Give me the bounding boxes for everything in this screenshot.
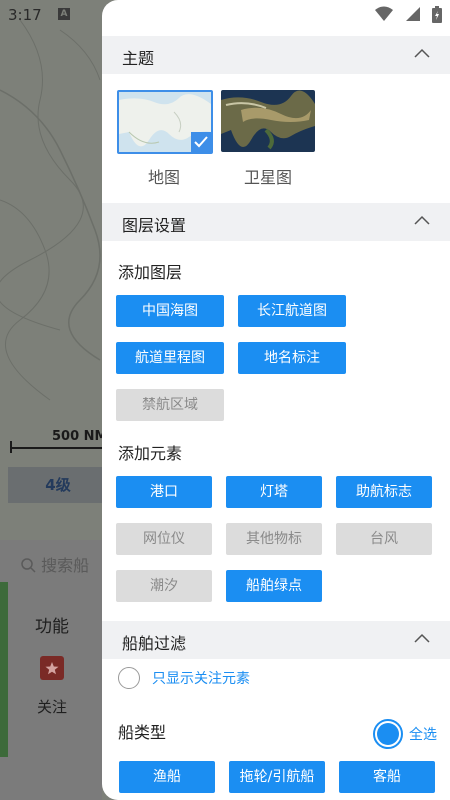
theme-map-option[interactable] (117, 90, 213, 154)
layer-button-china-chart[interactable]: 中国海图 (116, 295, 224, 327)
ship-type-fishing[interactable]: 渔船 (119, 761, 215, 793)
element-button-ship-dots[interactable]: 船舶绿点 (226, 570, 322, 602)
element-button-nav-aid[interactable]: 助航标志 (336, 476, 432, 508)
chevron-up-icon[interactable] (414, 48, 430, 58)
layer-button-channel-mileage[interactable]: 航道里程图 (116, 342, 224, 374)
signal-icon (405, 7, 420, 21)
element-button-other-objects[interactable]: 其他物标 (226, 523, 322, 555)
filter-section-header[interactable]: 船舶过滤 (102, 621, 450, 659)
check-icon (194, 136, 208, 148)
select-all-radio-dot (377, 723, 399, 745)
scale-label: 500 NM (52, 429, 108, 444)
element-button-port[interactable]: 港口 (116, 476, 212, 508)
status-time: 3:17 (8, 6, 42, 24)
theme-section-title: 主题 (122, 49, 155, 68)
ship-type-passenger[interactable]: 客船 (339, 761, 435, 793)
search-icon (21, 558, 36, 573)
layers-section-header[interactable]: 图层设置 (102, 203, 450, 241)
layers-section-title: 图层设置 (122, 216, 187, 235)
element-button-tide[interactable]: 潮汐 (116, 570, 212, 602)
chevron-up-icon[interactable] (414, 215, 430, 225)
favorite-label[interactable]: 关注 (37, 696, 67, 717)
select-all-label[interactable]: 全选 (409, 724, 437, 744)
layer-settings-drawer: 主题 地图 卫星图 图层设置 添加图层 中国海图 长江航道图 航道里程图 地名标… (102, 0, 450, 800)
theme-section-header[interactable]: 主题 (102, 36, 450, 74)
selected-check-badge (191, 132, 211, 152)
scale-bar (10, 447, 105, 449)
ship-type-label: 船类型 (118, 723, 167, 742)
theme-satellite-option[interactable] (221, 90, 315, 152)
element-button-net-locator[interactable]: 网位仪 (116, 523, 212, 555)
only-favorites-label[interactable]: 只显示关注元素 (152, 668, 250, 688)
chevron-up-icon[interactable] (414, 633, 430, 643)
wifi-icon (374, 6, 393, 21)
search-placeholder: 搜索船 (41, 556, 90, 575)
satellite-thumbnail (221, 90, 315, 152)
layer-button-yangtze-channel[interactable]: 长江航道图 (238, 295, 346, 327)
battery-icon (432, 6, 442, 23)
zoom-level[interactable]: 4级 (8, 467, 108, 503)
star-icon[interactable] (40, 656, 64, 680)
element-button-typhoon[interactable]: 台风 (336, 523, 432, 555)
only-favorites-radio[interactable] (118, 667, 140, 689)
layer-button-place-names[interactable]: 地名标注 (238, 342, 346, 374)
map-edge (0, 582, 8, 757)
filter-section-title: 船舶过滤 (122, 634, 187, 653)
ship-type-tug-pilot[interactable]: 拖轮/引航船 (229, 761, 325, 793)
function-label: 功能 (35, 617, 69, 637)
add-element-label: 添加元素 (118, 444, 183, 463)
element-button-lighthouse[interactable]: 灯塔 (226, 476, 322, 508)
notification-icon: A (58, 8, 70, 20)
add-layer-label: 添加图层 (118, 263, 183, 282)
layer-button-restricted-area[interactable]: 禁航区域 (116, 389, 224, 421)
theme-satellite-label: 卫星图 (243, 168, 292, 187)
theme-map-label: 地图 (147, 168, 180, 187)
status-icons (368, 6, 442, 24)
